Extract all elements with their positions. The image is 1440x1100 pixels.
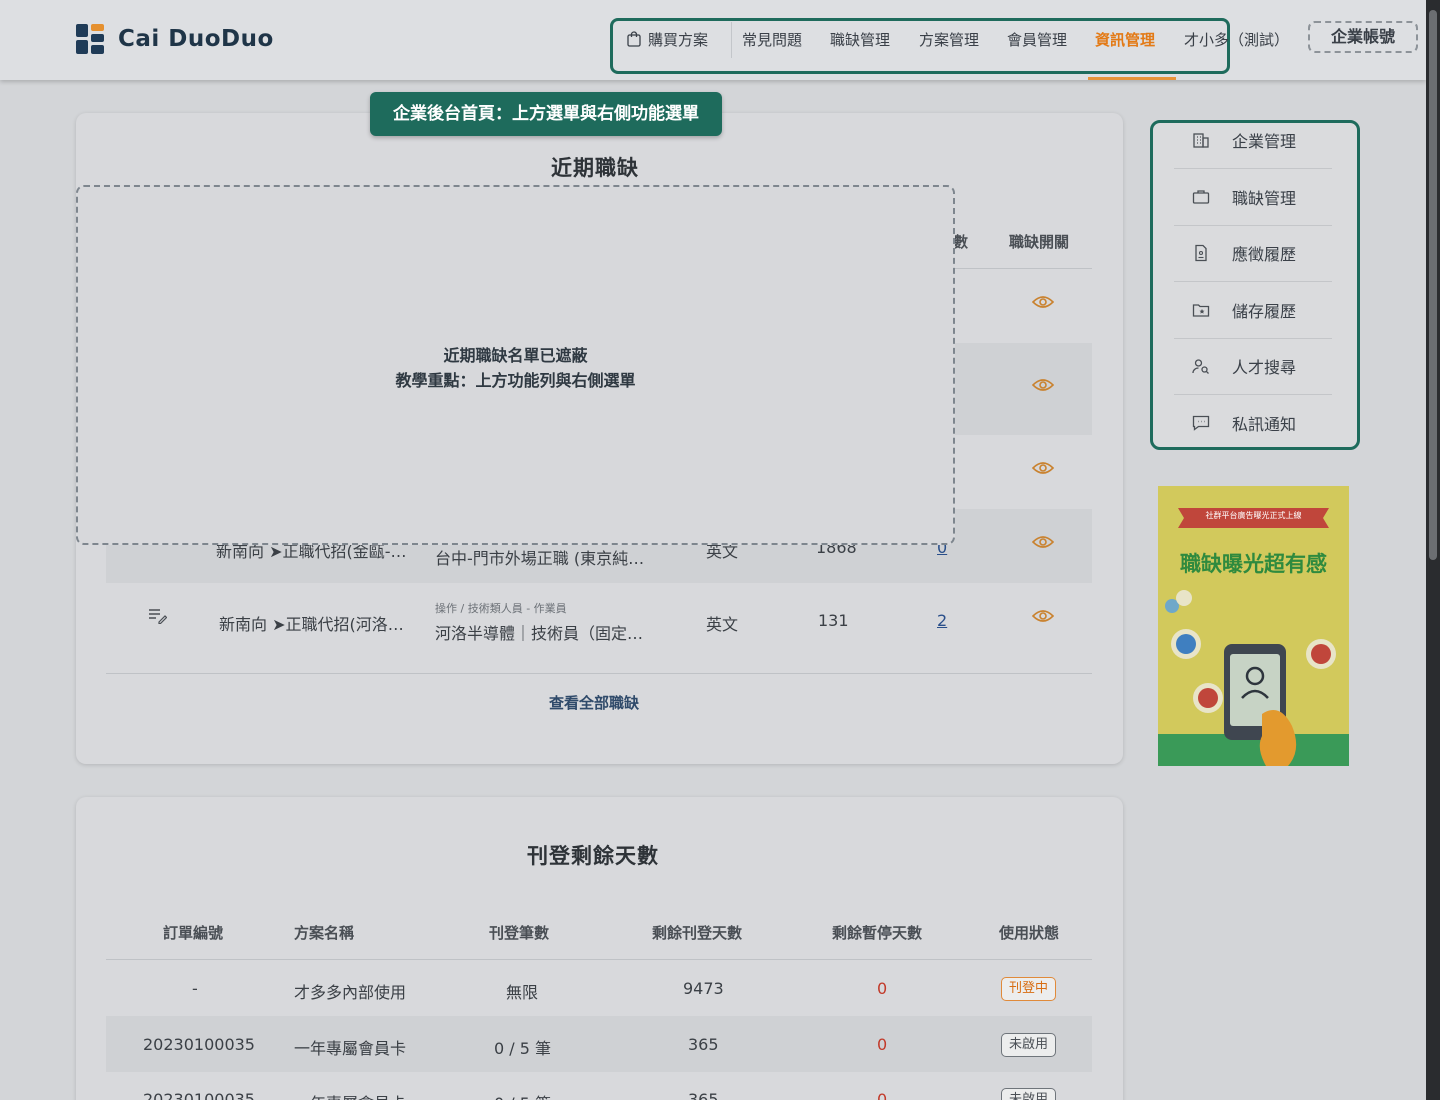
table-divider <box>106 673 1092 674</box>
order-number-cell: 20230100035 <box>143 1090 255 1100</box>
active-nav-underline <box>1088 77 1176 80</box>
apply-count-header: 數 <box>953 233 969 251</box>
post-count-cell: 無限 <box>506 983 539 1002</box>
nav-buy-plan[interactable]: 購買方案 <box>626 29 708 51</box>
view-all-jobs-link[interactable]: 查看全部職缺 <box>549 692 639 713</box>
visibility-header: 職缺開關 <box>1009 233 1070 251</box>
order-number-cell: 20230100035 <box>143 1035 255 1054</box>
remaining-pause-cell: 0 <box>877 979 888 998</box>
promo-illustration <box>1158 486 1349 766</box>
post-count-cell: 0 / 5 筆 <box>494 1090 551 1100</box>
nav-plan-management[interactable]: 方案管理 <box>919 29 979 51</box>
job-language-cell: 英文 <box>706 615 739 634</box>
plan-name-header: 方案名稱 <box>294 924 355 942</box>
plan-name-cell: 才多多內部使用 <box>294 983 407 1002</box>
promo-headline: 職缺曝光超有感 <box>1180 552 1327 576</box>
remaining-pause-cell: 0 <box>877 1035 888 1054</box>
side-item-messages[interactable]: 私訊通知 <box>1174 395 1332 451</box>
nav-member-management[interactable]: 會員管理 <box>1007 29 1067 51</box>
resume-icon <box>1195 244 1207 262</box>
remaining-pause-cell: 0 <box>877 1090 888 1100</box>
side-item-talent-search[interactable]: 人才搜尋 <box>1174 338 1332 394</box>
table-header-divider <box>106 959 1092 960</box>
status-header: 使用狀態 <box>999 924 1060 942</box>
promo-banner[interactable]: 社群平台廣告曝光正式上線 職缺曝光超有感 <box>1158 486 1349 766</box>
scrollbar-thumb[interactable] <box>1429 10 1437 560</box>
job-views-cell: 131 <box>818 611 849 630</box>
order-number-header: 訂單編號 <box>163 924 224 942</box>
side-item-company-management[interactable]: 企業管理 <box>1174 112 1332 168</box>
job-title-cell: 台中-門市外場正職 (東京純… <box>435 549 645 568</box>
side-item-saved-resumes[interactable]: 儲存履歷 <box>1174 282 1332 338</box>
mask-line-1: 近期職缺名單已遮蔽 <box>443 346 588 365</box>
remaining-pause-header: 剩餘暫停天數 <box>832 924 923 942</box>
logo[interactable]: Cai DuoDuo <box>76 24 274 54</box>
eye-icon[interactable] <box>1032 377 1054 393</box>
side-item-label: 儲存履歷 <box>1232 302 1297 321</box>
order-number-cell: - <box>192 979 198 998</box>
side-item-label: 私訊通知 <box>1232 415 1297 434</box>
corporate-account-button[interactable]: 企業帳號 <box>1308 21 1418 53</box>
remaining-days-cell: 365 <box>688 1090 719 1100</box>
plan-name-cell: 一年專屬會員卡 <box>294 1090 406 1100</box>
message-icon <box>1192 415 1210 431</box>
eye-icon[interactable] <box>1032 608 1054 624</box>
remaining-days-cell: 365 <box>688 1035 719 1054</box>
folder-star-icon <box>1192 304 1210 317</box>
post-count-header: 刊登筆數 <box>489 924 550 942</box>
side-item-label: 職缺管理 <box>1232 189 1297 208</box>
side-item-label: 人才搜尋 <box>1232 358 1297 377</box>
person-search-icon <box>1192 359 1209 374</box>
mask-line-2: 教學重點：上方功能列與右側選單 <box>395 371 636 390</box>
promo-ribbon-text: 社群平台廣告曝光正式上線 <box>1205 511 1302 520</box>
nav-info-management[interactable]: 資訊管理 <box>1095 29 1155 51</box>
status-badge: 未啟用 <box>1001 1088 1057 1100</box>
nav-label: 購買方案 <box>648 31 709 49</box>
remaining-days-header: 剩餘刊登天數 <box>652 924 743 942</box>
tutorial-tooltip: 企業後台首頁：上方選單與右側功能選單 <box>370 92 722 136</box>
shopping-bag-icon <box>627 31 641 47</box>
nav-faq[interactable]: 常見問題 <box>742 29 802 51</box>
side-item-applied-resumes[interactable]: 應徵履歷 <box>1174 225 1332 281</box>
briefcase-icon <box>1192 190 1210 204</box>
side-item-job-management[interactable]: 職缺管理 <box>1174 169 1332 225</box>
status-badge: 刊登中 <box>1001 977 1057 1001</box>
recent-jobs-title: 近期職缺 <box>551 156 639 180</box>
job-name-cell[interactable]: 新南向 ➤正職代招(河洛… <box>219 611 404 635</box>
side-item-label: 企業管理 <box>1232 132 1297 151</box>
post-count-cell: 0 / 5 筆 <box>494 1039 552 1058</box>
recent-jobs-mask: 近期職缺名單已遮蔽 教學重點：上方功能列與右側選單 <box>76 185 955 545</box>
building-icon <box>1193 133 1209 148</box>
nav-job-management[interactable]: 職缺管理 <box>830 29 890 51</box>
job-applies-link[interactable]: 2 <box>937 611 947 630</box>
remaining-days-cell: 9473 <box>683 979 724 998</box>
remaining-days-title: 刊登剩餘天數 <box>527 844 659 868</box>
side-item-label: 應徵履歷 <box>1232 245 1297 264</box>
job-category-cell: 操作 / 技術類人員 - 作業員 <box>435 602 567 615</box>
edit-list-icon[interactable] <box>148 608 167 624</box>
nav-user-name[interactable]: 才小多（測試） <box>1184 29 1289 51</box>
eye-icon[interactable] <box>1032 294 1054 310</box>
job-title-cell: 河洛半導體｜技術員（固定… <box>435 624 644 643</box>
plan-name-cell: 一年專屬會員卡 <box>294 1039 407 1058</box>
status-badge: 未啟用 <box>1001 1033 1057 1057</box>
eye-icon[interactable] <box>1032 534 1054 550</box>
eye-icon[interactable] <box>1032 460 1054 476</box>
logo-text: Cai DuoDuo <box>118 26 274 52</box>
logo-mark-icon <box>76 24 104 54</box>
